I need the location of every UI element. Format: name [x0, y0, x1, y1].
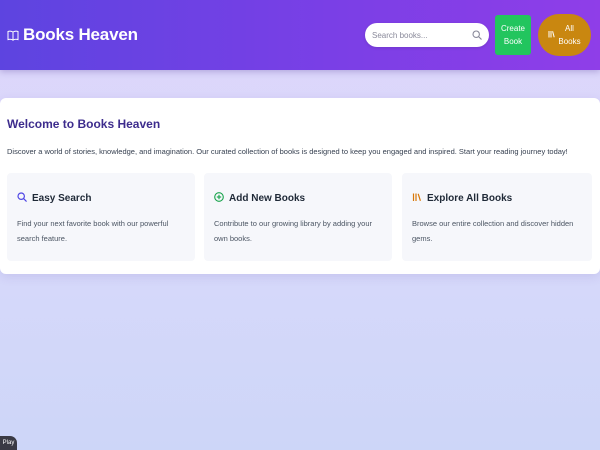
brand-title: Books Heaven	[23, 25, 138, 44]
library-icon	[412, 189, 422, 207]
welcome-description: Discover a world of stories, knowledge, …	[7, 147, 568, 156]
feature-description: Find your next favorite book with our po…	[17, 219, 169, 243]
create-book-button[interactable]: Create Book	[495, 15, 531, 55]
search-box[interactable]	[365, 23, 489, 47]
feature-title: Add New Books	[229, 192, 306, 204]
app-header: Books Heaven Create Book All Books	[0, 0, 600, 70]
feature-card-add-new-books[interactable]: Add New Books Contribute to our growing …	[204, 173, 392, 261]
library-icon	[548, 29, 556, 42]
search-icon	[17, 189, 27, 207]
feature-description: Contribute to our growing library by add…	[214, 219, 373, 243]
feature-title: Easy Search	[32, 192, 92, 204]
feature-card-explore-all-books[interactable]: Explore All Books Browse our entire coll…	[402, 173, 592, 261]
search-icon[interactable]	[472, 30, 483, 41]
create-book-label-line2: Book	[503, 37, 523, 46]
play-button[interactable]: Play	[0, 436, 17, 450]
all-books-label-line1: All	[565, 24, 574, 33]
book-open-icon	[7, 30, 19, 41]
welcome-card: Welcome to Books Heaven Discover a world…	[0, 98, 600, 274]
page-title: Welcome to Books Heaven	[7, 117, 161, 131]
create-book-label-line1: Create	[500, 24, 525, 33]
brand[interactable]: Books Heaven	[7, 24, 138, 46]
all-books-button[interactable]: All Books	[538, 14, 591, 56]
feature-card-easy-search[interactable]: Easy Search Find your next favorite book…	[7, 173, 195, 261]
feature-description: Browse our entire collection and discove…	[412, 219, 574, 243]
feature-title: Explore All Books	[427, 192, 513, 204]
plus-circle-icon	[214, 189, 224, 207]
all-books-label-line2: Books	[558, 37, 581, 46]
search-input[interactable]	[372, 30, 472, 40]
